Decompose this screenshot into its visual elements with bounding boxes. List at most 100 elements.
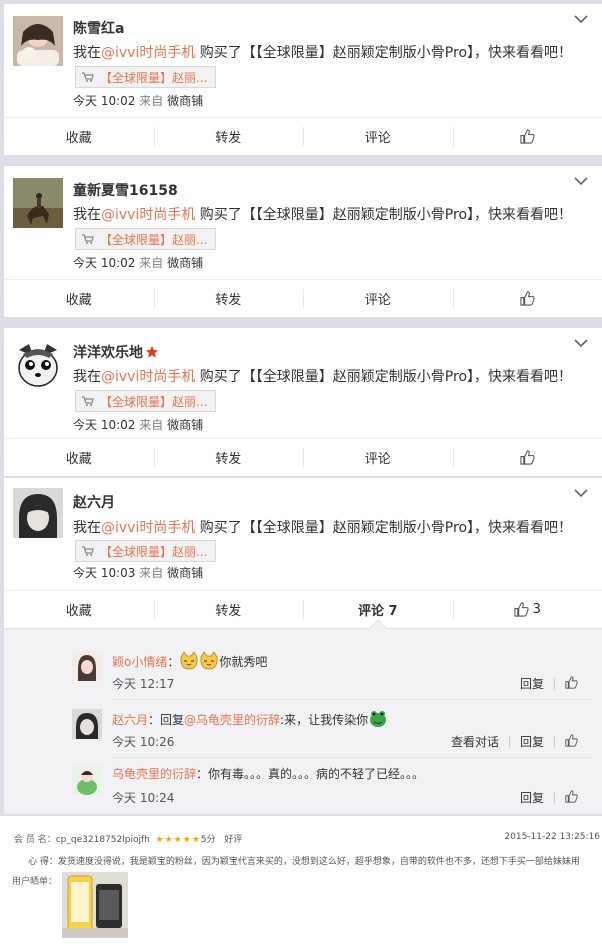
post-time[interactable]: 今天 10:03 xyxy=(73,566,135,580)
reply-button[interactable]: 回复 xyxy=(510,675,554,692)
favorite-button[interactable]: 收藏 xyxy=(4,439,154,476)
comment-button[interactable]: 评论 xyxy=(303,118,453,155)
comment-list: 颖o小情绪： 你就秀吧 今天 12:17 回复 赵六月 ：回复 @乌龟壳里的衍辞:来… xyxy=(4,619,602,814)
post-meta: 今天 10:02 来自 微商铺 xyxy=(73,256,204,270)
post-content: 我在@ivvi时尚手机 购买了【【全球限量】赵丽颖定制版小骨Pro】，快来看看吧… xyxy=(73,207,573,223)
comment-user[interactable]: 乌龟壳里的衍辞 xyxy=(112,765,196,782)
mention-link[interactable]: @ivvi时尚手机 xyxy=(101,369,195,385)
post-card: 赵六月 我在@ivvi时尚手机 购买了【【全球限量】赵丽颖定制版小骨Pro】，快… xyxy=(4,478,602,628)
comment-user[interactable]: 颖o小情绪 xyxy=(112,653,167,670)
like-button[interactable] xyxy=(555,789,588,806)
view-conversation-button[interactable]: 查看对话 xyxy=(441,733,509,750)
comment-user[interactable]: 赵六月 xyxy=(112,711,148,728)
review-header: 会 员 名：cp_qe3218752lpiojfh ★★★★★5分 好评 xyxy=(14,835,243,845)
avatar[interactable] xyxy=(13,488,63,538)
post-author[interactable]: 赵六月 xyxy=(73,492,115,512)
post-card: 童新夏雪16158 我在@ivvi时尚手机 购买了【【全球限量】赵丽颖定制版小骨… xyxy=(4,166,602,317)
comment-text: 乌龟壳里的衍辞：你有毒。。。真的。。。病的不轻了已经。。。 xyxy=(112,765,425,782)
repost-button[interactable]: 转发 xyxy=(153,280,304,317)
product-card[interactable]: 【全球限量】赵丽... xyxy=(75,228,217,250)
cat-emoji-icon xyxy=(200,651,218,670)
user-photo[interactable] xyxy=(62,872,128,938)
review-feeling: 心 得：发货速度没得说，我是颖宝的粉丝，因为颖宝代言来买的，没想到这么好，超乎想… xyxy=(28,857,580,867)
favorite-button[interactable]: 收藏 xyxy=(4,591,154,628)
avatar[interactable] xyxy=(13,16,63,66)
post-source[interactable]: 微商铺 xyxy=(167,256,203,270)
comment-button[interactable]: 评论 xyxy=(303,280,453,317)
like-count: 3 xyxy=(532,602,541,617)
vip-star-icon xyxy=(146,346,158,358)
reply-button[interactable]: 回复 xyxy=(510,789,554,806)
favorite-button[interactable]: 收藏 xyxy=(4,280,154,317)
mention-link[interactable]: @ivvi时尚手机 xyxy=(101,207,195,223)
avatar[interactable] xyxy=(72,651,102,681)
thumbs-up-icon xyxy=(520,291,535,306)
mention-link[interactable]: @乌龟壳里的衍辞 xyxy=(184,711,280,728)
comment-actions: 查看对话 回复 xyxy=(441,733,588,750)
comment-text: 颖o小情绪： 你就秀吧 xyxy=(112,651,267,671)
avatar[interactable] xyxy=(13,340,63,390)
post-meta: 今天 10:03 来自 微商铺 xyxy=(73,566,204,580)
product-card[interactable]: 【全球限量】赵丽... xyxy=(75,390,217,412)
repost-button[interactable]: 转发 xyxy=(153,118,304,155)
chevron-down-icon[interactable] xyxy=(574,486,588,500)
comment-actions: 回复 xyxy=(510,675,588,692)
comment-actions: 回复 xyxy=(510,789,588,806)
cart-icon xyxy=(82,72,94,82)
mention-link[interactable]: @ivvi时尚手机 xyxy=(101,520,195,536)
reply-button[interactable]: 回复 xyxy=(510,733,554,750)
like-button[interactable] xyxy=(452,439,602,476)
avatar[interactable] xyxy=(13,178,63,228)
mention-link[interactable]: @ivvi时尚手机 xyxy=(101,45,195,61)
product-card[interactable]: 【全球限量】赵丽... xyxy=(75,540,217,562)
cart-icon xyxy=(82,234,94,244)
cart-icon xyxy=(82,396,94,406)
comment-button[interactable]: 评论 xyxy=(303,439,453,476)
repost-button[interactable]: 转发 xyxy=(153,439,304,476)
avatar[interactable] xyxy=(72,709,102,739)
favorite-button[interactable]: 收藏 xyxy=(4,118,154,155)
post-time[interactable]: 今天 10:02 xyxy=(73,94,135,108)
post-time[interactable]: 今天 10:02 xyxy=(73,256,135,270)
post-source[interactable]: 微商铺 xyxy=(167,94,203,108)
thumbs-up-icon xyxy=(520,129,535,144)
rating-stars: ★★★★★ xyxy=(155,835,201,845)
product-card[interactable]: 【全球限量】赵丽... xyxy=(75,66,217,88)
post-time[interactable]: 今天 10:02 xyxy=(73,418,135,432)
post-source[interactable]: 微商铺 xyxy=(167,418,203,432)
comment-time: 今天 12:17 xyxy=(112,677,175,691)
rating-score: 5分 xyxy=(200,835,216,845)
post-author[interactable]: 童新夏雪16158 xyxy=(73,180,178,200)
review-section: 会 员 名：cp_qe3218752lpiojfh ★★★★★5分 好评 201… xyxy=(0,816,602,952)
post-content: 我在@ivvi时尚手机 购买了【【全球限量】赵丽颖定制版小骨Pro】，快来看看吧… xyxy=(73,45,573,61)
post-author[interactable]: 陈雪红a xyxy=(73,18,124,38)
avatar[interactable] xyxy=(72,765,102,795)
divider xyxy=(112,757,592,758)
thumbs-up-icon xyxy=(565,733,578,747)
like-button[interactable] xyxy=(555,675,588,692)
comment-time: 今天 10:26 xyxy=(112,735,175,749)
chevron-down-icon[interactable] xyxy=(574,174,588,188)
action-bar: 收藏 转发 评论 7 3 xyxy=(4,590,602,628)
like-button[interactable] xyxy=(452,280,602,317)
chevron-down-icon[interactable] xyxy=(574,336,588,350)
chevron-down-icon[interactable] xyxy=(574,12,588,26)
post-meta: 今天 10:02 来自 微商铺 xyxy=(73,418,204,432)
frog-emoji-icon xyxy=(370,711,387,727)
action-bar: 收藏 转发 评论 xyxy=(4,438,602,476)
post-card: 洋洋欢乐地 我在@ivvi时尚手机 购买了【【全球限量】赵丽颖定制版小骨Pro】… xyxy=(4,328,602,476)
divider xyxy=(112,699,592,700)
post-content: 我在@ivvi时尚手机 购买了【【全球限量】赵丽颖定制版小骨Pro】，快来看看吧… xyxy=(73,369,573,385)
like-button[interactable] xyxy=(452,118,602,155)
member-name[interactable]: cp_qe3218752lpiojfh xyxy=(56,835,150,845)
post-content: 我在@ivvi时尚手机 购买了【【全球限量】赵丽颖定制版小骨Pro】，快来看看吧… xyxy=(73,520,573,536)
like-button[interactable] xyxy=(555,733,588,750)
action-bar: 收藏 转发 评论 xyxy=(4,117,602,155)
action-bar: 收藏 转发 评论 xyxy=(4,279,602,317)
post-source[interactable]: 微商铺 xyxy=(167,566,203,580)
post-meta: 今天 10:02 来自 微商铺 xyxy=(73,94,204,108)
thumbs-up-icon xyxy=(565,789,578,803)
post-author[interactable]: 洋洋欢乐地 xyxy=(73,342,159,362)
repost-button[interactable]: 转发 xyxy=(153,591,304,628)
like-button[interactable]: 3 xyxy=(452,591,602,628)
